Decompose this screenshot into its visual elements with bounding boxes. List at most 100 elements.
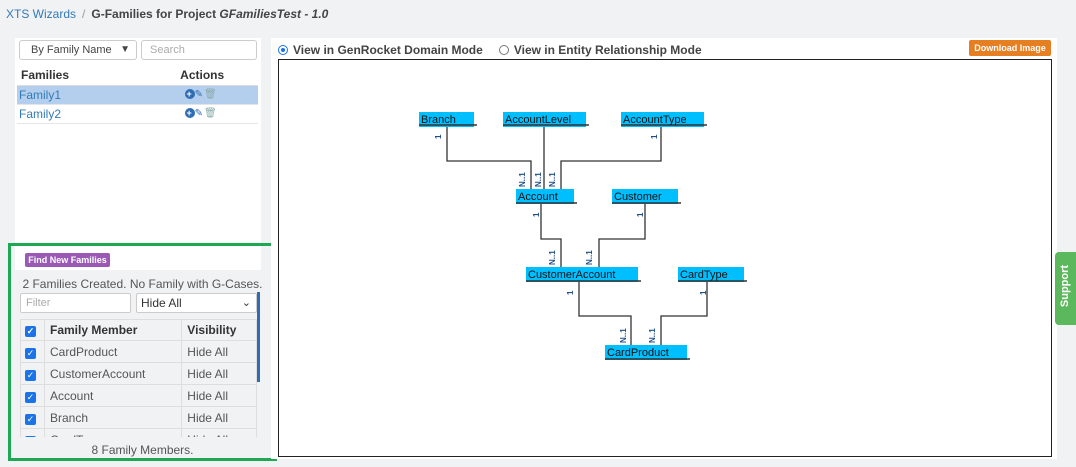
families-header: Families (17, 66, 143, 86)
member-checkbox[interactable]: ✓ (20, 340, 45, 363)
cardinality-one: 1 (636, 212, 645, 217)
member-name: CardType (43, 428, 183, 437)
member-row: ✓ CardType Hide All (20, 428, 257, 437)
family-list-panel: By Family Name ▼ Search Families Actions … (15, 38, 261, 270)
diagram-node-customeraccount[interactable]: CustomerAccount (526, 267, 641, 282)
check-icon: ✓ (25, 413, 36, 425)
trash-icon[interactable]: 🗑 (204, 108, 218, 119)
view-mode-toggle: View in GenRocket Domain Mode View in En… (278, 42, 718, 58)
family-name[interactable]: Family2 (17, 104, 143, 124)
sort-by-select[interactable]: By Family Name ▼ (19, 40, 137, 60)
cardinality-many: N..1 (518, 172, 527, 187)
diagram-nodes: Branch AccountLevel AccountType Account … (419, 112, 747, 360)
member-filter-placeholder: Filter (26, 297, 51, 309)
cardinality-many: N..1 (585, 250, 594, 265)
member-row: ✓ CustomerAccount Hide All (20, 362, 257, 385)
add-icon[interactable]: + (184, 89, 195, 100)
node-label: AccountLevel (505, 114, 571, 126)
member-visibility[interactable]: Hide All (181, 428, 257, 437)
member-visibility[interactable]: Hide All (181, 406, 257, 429)
actions-header: Actions (142, 66, 258, 86)
family-name[interactable]: Family1 (17, 85, 143, 105)
highlight-annotation-box: Find New Families 2 Families Created. No… (8, 243, 277, 461)
visibility-select[interactable]: Hide All ⌄ (136, 293, 257, 313)
family-row-family2[interactable]: Family2 + ✎🗑 (17, 104, 258, 124)
member-name: CustomerAccount (43, 362, 183, 385)
support-tab[interactable]: Support (1055, 252, 1076, 325)
cardinality-one: 1 (699, 290, 708, 295)
select-all-checkbox[interactable]: ✓ (20, 319, 45, 341)
page-title: G-Families for Project GFamiliesTest - 1… (91, 7, 328, 21)
member-row: ✓ Branch Hide All (20, 406, 257, 429)
member-row: ✓ Account Hide All (20, 384, 257, 407)
diagram-node-cardtype[interactable]: CardType (678, 267, 747, 282)
cardinality-one: 1 (434, 134, 443, 139)
breadcrumb-link-xts-wizards[interactable]: XTS Wizards (6, 7, 76, 21)
edit-icon[interactable]: ✎ (195, 108, 204, 119)
member-header: Family Member (43, 319, 183, 341)
cardinality-many: N..1 (648, 328, 657, 343)
member-name: Branch (43, 406, 183, 429)
diagram-panel: View in GenRocket Domain Mode View in En… (271, 38, 1057, 459)
member-name: CardProduct (43, 340, 183, 363)
family-row-family1[interactable]: Family1 + ✎🗑 (17, 85, 258, 105)
check-icon: ✓ (25, 347, 36, 359)
sort-by-value: By Family Name (31, 44, 112, 56)
member-checkbox[interactable]: ✓ (20, 406, 45, 429)
cardinality-one: 1 (532, 212, 541, 217)
member-row: ✓ CardProduct Hide All (20, 340, 257, 363)
member-filter-input[interactable]: Filter (20, 293, 131, 313)
node-label: CustomerAccount (528, 269, 615, 281)
family-members-list: ✓ Family Member Visibility ✓ CardProduct… (20, 319, 257, 437)
diagram-node-branch[interactable]: Branch (419, 112, 477, 127)
family-search-placeholder: Search (150, 44, 185, 56)
node-label: Customer (614, 191, 662, 203)
diagram-node-cardproduct[interactable]: CardProduct (605, 345, 690, 360)
diagram-node-accounttype[interactable]: AccountType (621, 112, 707, 127)
node-label: AccountType (623, 114, 687, 126)
node-label: Account (518, 191, 558, 203)
er-mode-label[interactable]: View in Entity Relationship Mode (514, 43, 702, 57)
er-mode-radio[interactable] (498, 45, 509, 55)
page-title-prefix: G-Families for Project (91, 7, 217, 21)
diagram-node-accountlevel[interactable]: AccountLevel (503, 112, 589, 127)
member-checkbox[interactable]: ✓ (20, 384, 45, 407)
cardinality-labels: 1 1 N..1 N..1 N..1 1 1 N..1 N..1 1 1 N..… (434, 134, 708, 343)
cardinality-many: N..1 (534, 172, 543, 187)
family-search-input[interactable]: Search (141, 40, 257, 60)
domain-diagram[interactable]: Branch AccountLevel AccountType Account … (279, 60, 1051, 456)
cardinality-many: N..1 (548, 172, 557, 187)
family-actions: + ✎🗑 (142, 85, 258, 105)
find-new-families-button[interactable]: Find New Families (25, 253, 110, 267)
check-icon: ✓ (25, 326, 36, 337)
families-status-text: 2 Families Created. No Family with G-Cas… (22, 277, 263, 291)
check-icon: ✓ (25, 391, 36, 403)
member-name: Account (43, 384, 183, 407)
member-visibility[interactable]: Hide All (181, 340, 257, 363)
member-checkbox[interactable]: ✓ (20, 428, 45, 437)
domain-mode-radio[interactable] (278, 45, 288, 55)
trash-icon[interactable]: 🗑 (204, 89, 218, 100)
edit-icon[interactable]: ✎ (195, 89, 204, 100)
domain-mode-label[interactable]: View in GenRocket Domain Mode (293, 43, 483, 57)
diagram-node-customer[interactable]: Customer (612, 189, 681, 204)
member-visibility[interactable]: Hide All (181, 384, 257, 407)
cardinality-many: N..1 (548, 250, 557, 265)
breadcrumb: XTS Wizards / G-Families for Project GFa… (0, 0, 1076, 28)
project-name: GFamiliesTest - 1.0 (219, 7, 329, 21)
member-list-scrollbar[interactable] (257, 292, 260, 382)
check-icon: ✓ (25, 435, 36, 437)
breadcrumb-separator: / (82, 7, 86, 21)
member-checkbox[interactable]: ✓ (20, 362, 45, 385)
members-count-text: 8 Family Members. (91, 443, 194, 457)
support-tab-label[interactable]: Support (1059, 253, 1071, 319)
diagram-node-account[interactable]: Account (516, 189, 577, 204)
visibility-select-value: Hide All (141, 296, 182, 310)
diagram-canvas[interactable]: Branch AccountLevel AccountType Account … (278, 59, 1052, 457)
cardinality-many: N..1 (619, 328, 628, 343)
family-members-table: ✓ Family Member Visibility ✓ CardProduct… (20, 319, 257, 437)
download-image-button[interactable]: Download Image (969, 40, 1051, 56)
member-visibility[interactable]: Hide All (181, 362, 257, 385)
visibility-header: Visibility (181, 319, 257, 341)
add-icon[interactable]: + (184, 108, 195, 119)
